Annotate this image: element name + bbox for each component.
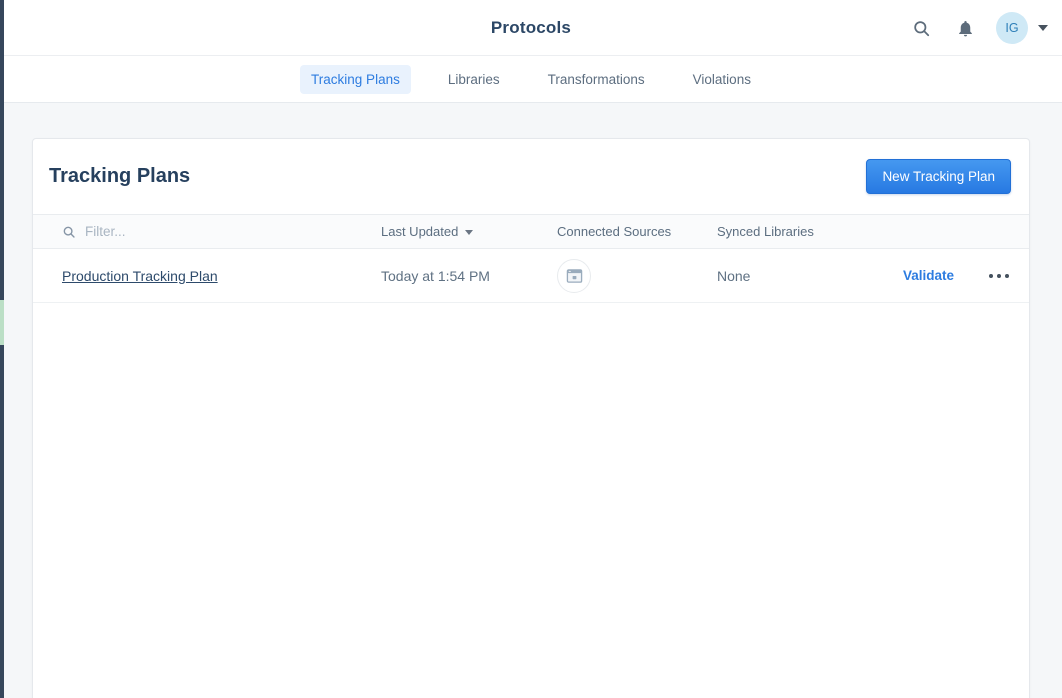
plan-name-link[interactable]: Production Tracking Plan	[62, 268, 218, 284]
ellipsis-icon[interactable]	[987, 270, 1011, 282]
filter-input[interactable]	[85, 224, 305, 239]
last-updated-cell: Today at 1:54 PM	[381, 268, 557, 284]
screen: Protocols IG Tracking Plans Libraries Tr…	[0, 0, 1062, 698]
column-connected-sources: Connected Sources	[557, 224, 717, 239]
browser-window-icon[interactable]	[557, 259, 591, 293]
plan-name-cell: Production Tracking Plan	[33, 268, 381, 284]
table-row: Production Tracking Plan Today at 1:54 P…	[33, 249, 1029, 303]
column-synced-libraries: Synced Libraries	[717, 224, 903, 239]
background-window-edge	[0, 0, 4, 698]
header-actions: IG	[908, 0, 1048, 56]
card-title: Tracking Plans	[49, 165, 190, 188]
chevron-down-icon	[1038, 25, 1048, 31]
search-icon	[62, 225, 76, 239]
card-header: Tracking Plans New Tracking Plan	[33, 139, 1029, 214]
tracking-plans-card: Tracking Plans New Tracking Plan Last Up…	[32, 138, 1030, 698]
bell-icon[interactable]	[952, 15, 978, 41]
filter-cell	[33, 224, 381, 239]
page-title: Protocols	[491, 18, 571, 38]
connected-sources-cell	[557, 259, 717, 293]
avatar[interactable]: IG	[996, 12, 1028, 44]
table-header-row: Last Updated Connected Sources Synced Li…	[33, 214, 1029, 249]
row-actions: Validate	[903, 268, 1030, 283]
tab-tracking-plans[interactable]: Tracking Plans	[300, 65, 411, 94]
tab-transformations[interactable]: Transformations	[537, 65, 656, 94]
tab-violations[interactable]: Violations	[682, 65, 762, 94]
tab-bar: Tracking Plans Libraries Transformations…	[0, 56, 1062, 103]
caret-down-icon	[465, 230, 473, 235]
app-header: Protocols IG	[0, 0, 1062, 56]
new-tracking-plan-button[interactable]: New Tracking Plan	[866, 159, 1011, 194]
user-menu[interactable]: IG	[996, 12, 1048, 44]
search-icon[interactable]	[908, 15, 934, 41]
validate-button[interactable]: Validate	[903, 268, 954, 283]
tab-libraries[interactable]: Libraries	[437, 65, 511, 94]
column-last-updated[interactable]: Last Updated	[381, 224, 557, 239]
synced-libraries-cell: None	[717, 268, 903, 284]
background-window-green-segment	[0, 300, 4, 345]
main-content: Tracking Plans New Tracking Plan Last Up…	[0, 103, 1062, 698]
